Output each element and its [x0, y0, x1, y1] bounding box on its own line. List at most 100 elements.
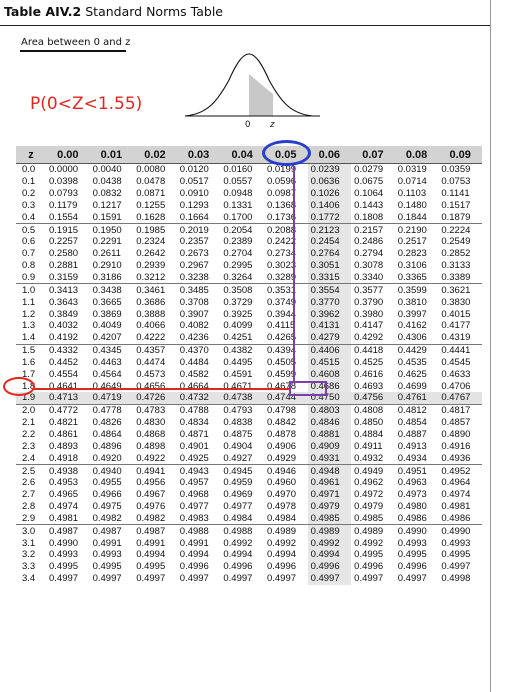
table-row: 2.2 0.4861 0.4864 0.4868 0.4871 0.4875 0.4878 0…	[16, 429, 482, 441]
area-cell: 0.4992	[354, 537, 384, 549]
area-cell: 0.4279	[310, 332, 340, 344]
table-row: 0.6 0.2257 0.2291 0.2324 0.2357 0.2389 0.2422 0…	[16, 236, 482, 248]
header-col: 0.02	[133, 146, 177, 164]
area-cell: 0.4995	[49, 561, 79, 573]
column-0-05-highlight	[262, 140, 311, 166]
area-cell: 0.4996	[310, 561, 340, 573]
area-cell: 0.4049	[92, 320, 122, 332]
area-cell: 0.4989	[351, 524, 395, 538]
area-cell: 0.3238	[179, 272, 209, 284]
area-cell: 0.4975	[92, 501, 122, 513]
area-cell: 0.4394	[263, 343, 308, 357]
area-cell: 0.3554	[307, 283, 352, 297]
area-cell: 0.4997	[136, 573, 166, 585]
table-body: 0.0 0.0000 0.0040 0.0080 0.0120 0.0160 0.0199 0…	[16, 164, 482, 585]
area-cell: 0.3461	[133, 283, 177, 297]
area-cell: 0.0438	[92, 176, 122, 188]
area-cell: 0.4994	[223, 549, 253, 561]
area-cell: 0.4484	[179, 356, 209, 368]
area-cell: 0.2291	[92, 236, 122, 248]
area-cell: 0.2580	[49, 248, 79, 260]
area-cell: 0.4535	[397, 356, 427, 368]
area-cell: 0.0160	[223, 164, 253, 176]
z-value-cell: 2.0	[16, 403, 46, 417]
normal-curve-figure	[185, 53, 320, 117]
area-cell: 0.2967	[179, 260, 209, 272]
area-cell: 0.4525	[354, 356, 384, 368]
area-cell: 0.1331	[223, 199, 253, 211]
table-row: 1.0 0.3413 0.3438 0.3461 0.3485 0.3508 0.3531 0…	[16, 283, 482, 297]
area-cell: 0.3264	[223, 272, 253, 284]
area-cell: 0.3289	[266, 272, 297, 284]
area-cell: 0.4990	[49, 537, 79, 549]
area-cell: 0.4222	[136, 332, 166, 344]
area-cell: 0.4783	[133, 403, 177, 417]
area-cell: 0.4959	[223, 477, 253, 489]
area-cell: 0.2734	[266, 248, 297, 260]
area-cell: 0.4573	[136, 368, 166, 380]
area-cell: 0.4969	[223, 489, 253, 501]
area-cell: 0.4976	[136, 501, 166, 513]
area-cell: 0.4826	[92, 417, 122, 429]
area-cell: 0.4817	[438, 403, 482, 417]
area-cell: 0.4664	[179, 380, 209, 392]
area-cell: 0.3980	[354, 308, 384, 320]
area-cell: 0.1293	[179, 199, 209, 211]
area-cell: 0.4382	[220, 343, 264, 357]
z-value-cell: 3.0	[16, 524, 46, 538]
table-row: 3.1 0.4990 0.4991 0.4991 0.4991 0.4992 0.4992 0…	[16, 537, 482, 549]
table-row: 3.4 0.4997 0.4997 0.4997 0.4997 0.4997 0.4997 0…	[16, 573, 482, 585]
z-value-cell: 1.2	[22, 308, 36, 320]
area-cell: 0.4984	[266, 512, 297, 524]
area-cell: 0.4732	[176, 392, 221, 405]
area-cell: 0.4940	[89, 464, 134, 477]
area-cell: 0.4429	[394, 343, 439, 357]
area-cell: 0.4878	[266, 428, 297, 440]
area-cell: 0.4997	[223, 573, 253, 585]
area-cell: 0.4931	[310, 452, 340, 464]
area-cell: 0.3159	[49, 272, 79, 284]
area-cell: 0.4960	[266, 477, 297, 489]
z-value-cell: 0.1	[22, 176, 36, 188]
area-cell: 0.4991	[136, 537, 166, 549]
area-cell: 0.1255	[136, 199, 166, 211]
area-cell: 0.4938	[46, 464, 90, 477]
row-guide-line	[34, 388, 290, 390]
area-cell: 0.1554	[49, 211, 79, 223]
area-cell: 0.4985	[354, 512, 384, 524]
area-cell: 0.3485	[176, 283, 221, 297]
area-cell: 0.0239	[310, 164, 340, 176]
area-cell: 0.4934	[397, 452, 427, 464]
top-rule	[0, 25, 490, 26]
area-cell: 0.4932	[354, 452, 384, 464]
header-col: 0.03	[176, 146, 221, 164]
area-cell: 0.4896	[92, 440, 122, 452]
area-cell: 0.4995	[92, 561, 122, 573]
area-cell: 0.4941	[133, 464, 177, 477]
area-cell: 0.4545	[441, 356, 471, 368]
area-cell: 0.3888	[136, 308, 166, 320]
area-cell: 0.4881	[310, 428, 340, 440]
z-value-cell: 1.0	[16, 283, 46, 297]
area-cell: 0.4994	[310, 549, 340, 561]
area-cell: 0.4997	[310, 573, 340, 585]
area-cell: 0.4948	[307, 464, 352, 477]
area-cell: 0.2190	[394, 223, 439, 237]
area-cell: 0.3925	[223, 308, 253, 320]
area-cell: 0.4996	[397, 561, 427, 573]
area-cell: 0.3599	[394, 283, 439, 297]
area-cell: 0.4991	[92, 537, 122, 549]
area-cell: 0.4990	[438, 524, 482, 538]
area-cell: 0.4994	[179, 549, 209, 561]
area-cell: 0.4964	[441, 477, 471, 489]
area-cell: 0.4761	[394, 392, 439, 405]
area-cell: 0.3907	[179, 308, 209, 320]
area-cell: 0.4066	[136, 320, 166, 332]
area-cell: 0.4452	[49, 356, 79, 368]
area-cell: 0.1443	[354, 199, 384, 211]
area-cell: 0.4982	[92, 512, 122, 524]
area-cell: 0.2123	[307, 223, 352, 237]
area-cell: 0.4767	[438, 392, 482, 405]
area-cell: 0.4656	[136, 380, 166, 392]
probability-annotation: P(0<Z<1.55)	[30, 94, 143, 114]
